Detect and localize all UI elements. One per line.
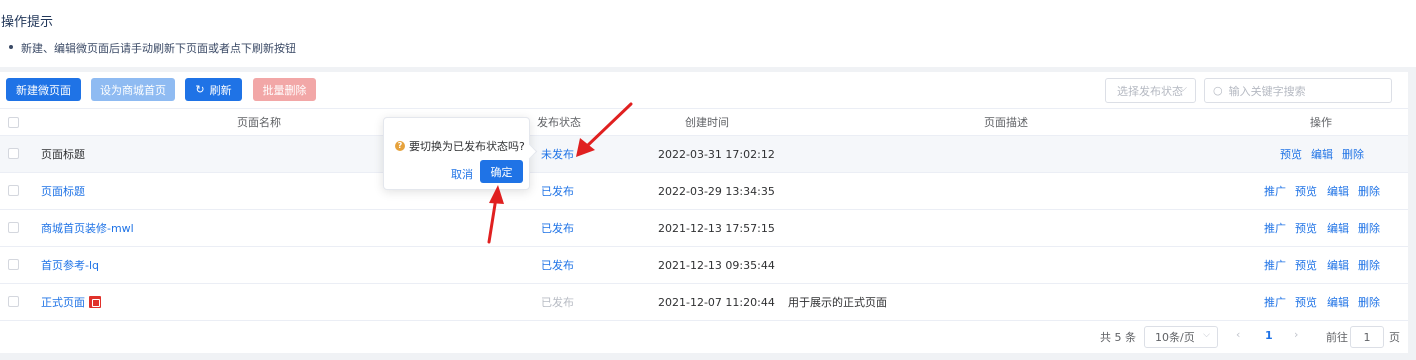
- chevron-down-icon: ⌵: [1179, 83, 1187, 94]
- pagination: 共 5 条 10条/页 ⌵ ‹ 1 › 前往 1 页: [0, 322, 1408, 352]
- status-select[interactable]: 选择发布状态 ⌵: [1105, 78, 1196, 103]
- tips-item-text: 新建、编辑微页面后请手动刷新下页面或者点下刷新按钮: [21, 42, 296, 55]
- status-toggle[interactable]: 未发布: [541, 136, 574, 172]
- status-toggle[interactable]: 已发布: [541, 247, 574, 283]
- page-name-text: 正式页面: [41, 296, 85, 309]
- edit-link[interactable]: 编辑: [1327, 284, 1349, 320]
- select-all-checkbox[interactable]: [8, 117, 19, 128]
- edit-link[interactable]: 编辑: [1327, 210, 1349, 246]
- header-ops: 操作: [1310, 116, 1332, 129]
- status-popconfirm: ? 要切换为已发布状态吗? 取消 确定: [383, 117, 530, 190]
- created-time: 2021-12-13 17:57:15: [658, 221, 775, 235]
- header-name: 页面名称: [237, 116, 281, 129]
- delete-link[interactable]: 删除: [1358, 284, 1380, 320]
- chevron-down-icon: ⌵: [1203, 330, 1210, 340]
- page-name[interactable]: 商城首页装修-mwl: [41, 210, 134, 246]
- edit-link[interactable]: 编辑: [1327, 173, 1349, 209]
- edit-link[interactable]: 编辑: [1311, 136, 1333, 172]
- promote-link[interactable]: 推广: [1264, 173, 1286, 209]
- row-checkbox[interactable]: [8, 259, 19, 270]
- bullet-icon: [9, 45, 13, 49]
- pagination-total: 共 5 条: [1100, 331, 1136, 344]
- created-time: 2021-12-13 09:35:44: [658, 258, 775, 272]
- official-badge-icon: [89, 296, 101, 308]
- delete-link[interactable]: 删除: [1358, 173, 1380, 209]
- new-page-button[interactable]: 新建微页面: [6, 78, 81, 101]
- table-row: 正式页面 已发布 2021-12-07 11:20:44 用于展示的正式页面 推…: [0, 284, 1408, 321]
- page-name[interactable]: 正式页面: [41, 284, 101, 320]
- prev-page-icon[interactable]: ‹: [1236, 328, 1240, 341]
- table-row: 页面标题 已发布 2022-03-29 13:34:35 推广 预览 编辑 删除: [0, 173, 1408, 210]
- preview-link[interactable]: 预览: [1280, 136, 1302, 172]
- goto-label: 前往: [1326, 331, 1348, 344]
- promote-link[interactable]: 推广: [1264, 284, 1286, 320]
- table-header: 页面名称 发布状态 创建时间 页面描述 操作: [0, 108, 1408, 136]
- created-time: 2021-12-07 11:20:44: [658, 295, 775, 309]
- created-time: 2022-03-29 13:34:35: [658, 184, 775, 198]
- page-unit-label: 页: [1389, 331, 1400, 344]
- set-home-button[interactable]: 设为商城首页: [91, 78, 175, 101]
- header-status: 发布状态: [537, 116, 581, 129]
- page-name[interactable]: 页面标题: [41, 173, 85, 209]
- refresh-icon: ↻: [195, 83, 205, 96]
- delete-link[interactable]: 删除: [1342, 136, 1364, 172]
- promote-link[interactable]: 推广: [1264, 247, 1286, 283]
- refresh-button[interactable]: ↻ 刷新: [185, 78, 242, 101]
- page-name[interactable]: 页面标题: [41, 136, 85, 172]
- promote-link[interactable]: 推广: [1264, 210, 1286, 246]
- page-list-panel: 新建微页面 设为商城首页 ↻ 刷新 批量删除 选择发布状态 ⌵ ○ 输入关键字搜索 页…: [0, 72, 1408, 353]
- preview-link[interactable]: 预览: [1295, 210, 1317, 246]
- status-toggle[interactable]: 已发布: [541, 173, 574, 209]
- goto-page-input[interactable]: 1: [1350, 326, 1384, 348]
- status-select-placeholder: 选择发布状态: [1117, 84, 1183, 98]
- page-size-value: 10条/页: [1155, 331, 1195, 344]
- page-number[interactable]: 1: [1265, 329, 1273, 342]
- table-row: 商城首页装修-mwl 已发布 2021-12-13 17:57:15 推广 预览…: [0, 210, 1408, 247]
- table-row: 首页参考-lq 已发布 2021-12-13 09:35:44 推广 预览 编辑…: [0, 247, 1408, 284]
- page-name[interactable]: 首页参考-lq: [41, 247, 99, 283]
- delete-link[interactable]: 删除: [1358, 247, 1380, 283]
- status-toggle[interactable]: 已发布: [541, 284, 574, 320]
- header-created: 创建时间: [685, 116, 729, 129]
- edit-link[interactable]: 编辑: [1327, 247, 1349, 283]
- delete-link[interactable]: 删除: [1358, 210, 1380, 246]
- header-desc: 页面描述: [984, 116, 1028, 129]
- table-row: 页面标题 未发布 2022-03-31 17:02:12 预览 编辑 删除: [0, 136, 1408, 173]
- preview-link[interactable]: 预览: [1295, 173, 1317, 209]
- row-checkbox[interactable]: [8, 222, 19, 233]
- tips-title: 操作提示: [1, 15, 54, 30]
- operation-tips-panel: 操作提示 新建、编辑微页面后请手动刷新下页面或者点下刷新按钮: [0, 0, 1416, 67]
- popconfirm-cancel-button[interactable]: 取消: [451, 166, 473, 182]
- tips-item: 新建、编辑微页面后请手动刷新下页面或者点下刷新按钮: [9, 40, 296, 56]
- popconfirm-message: ? 要切换为已发布状态吗?: [395, 138, 525, 154]
- created-time: 2022-03-31 17:02:12: [658, 147, 775, 161]
- popconfirm-text: 要切换为已发布状态吗?: [409, 140, 525, 153]
- page-description: 用于展示的正式页面: [788, 296, 887, 309]
- search-icon: ○: [1213, 84, 1223, 97]
- popconfirm-confirm-button[interactable]: 确定: [480, 160, 523, 183]
- status-toggle[interactable]: 已发布: [541, 210, 574, 246]
- row-checkbox[interactable]: [8, 148, 19, 159]
- page-size-select[interactable]: 10条/页 ⌵: [1144, 326, 1218, 348]
- row-checkbox[interactable]: [8, 296, 19, 307]
- preview-link[interactable]: 预览: [1295, 284, 1317, 320]
- search-input[interactable]: ○ 输入关键字搜索: [1204, 78, 1392, 103]
- question-icon: ?: [395, 141, 405, 151]
- batch-delete-button[interactable]: 批量删除: [253, 78, 316, 101]
- preview-link[interactable]: 预览: [1295, 247, 1317, 283]
- refresh-label: 刷新: [209, 83, 232, 97]
- next-page-icon[interactable]: ›: [1294, 328, 1298, 341]
- search-placeholder: 输入关键字搜索: [1228, 84, 1306, 98]
- row-checkbox[interactable]: [8, 185, 19, 196]
